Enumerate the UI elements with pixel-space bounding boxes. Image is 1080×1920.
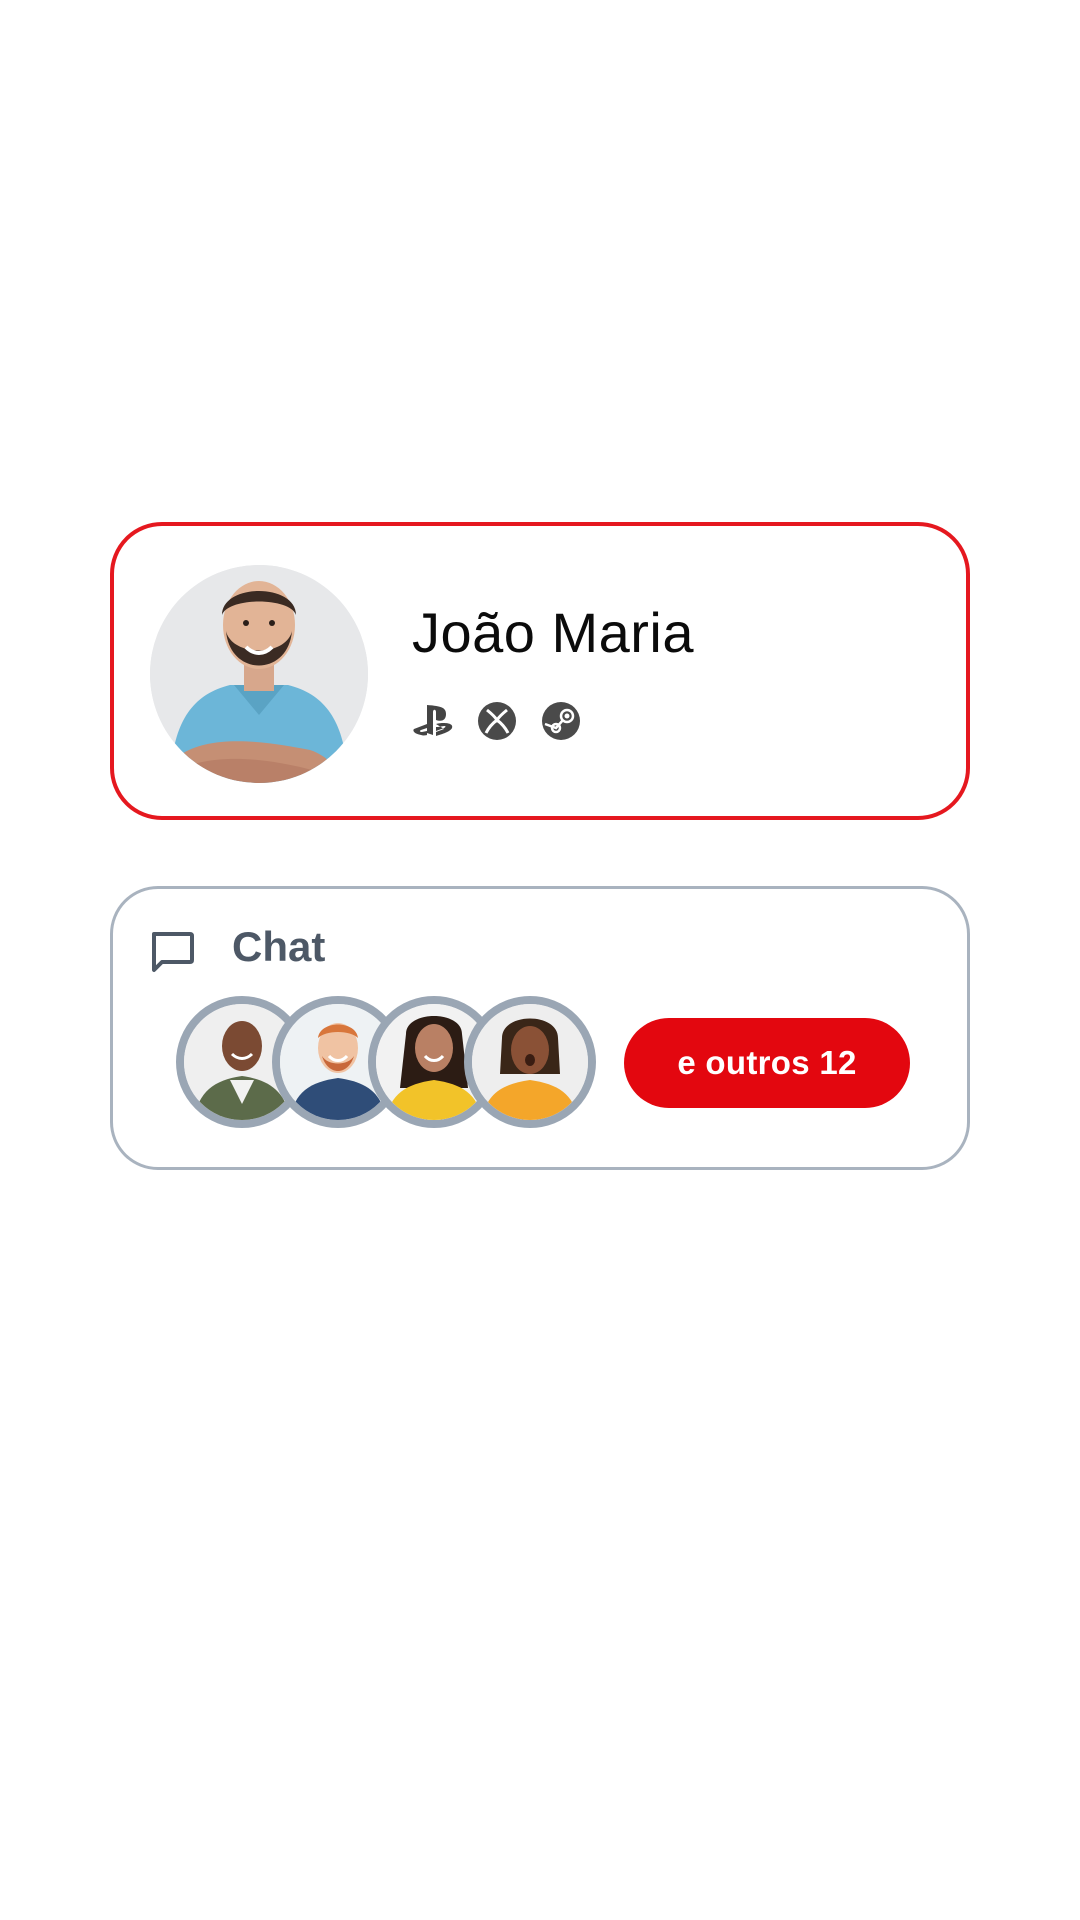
xbox-icon [476,700,518,742]
profile-avatar[interactable] [150,565,368,783]
steam-icon [540,700,582,742]
chat-bubble-icon [148,928,196,976]
platform-icons [412,700,582,742]
participant-avatar-4[interactable] [464,996,596,1128]
profile-name: João Maria [412,601,695,664]
more-participants-button[interactable]: e outros 12 [624,1018,910,1108]
chat-title: Chat [232,923,326,970]
profile-photo [150,565,368,783]
playstation-icon [412,700,454,742]
